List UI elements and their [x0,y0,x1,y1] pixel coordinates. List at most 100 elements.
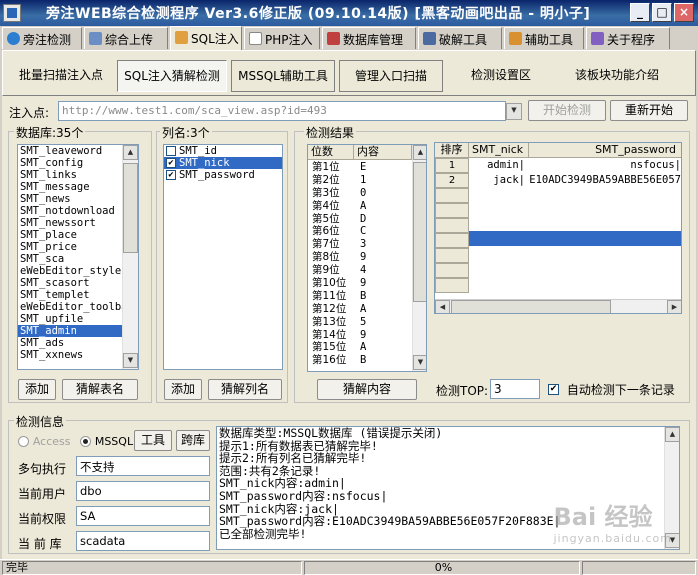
digit-row[interactable]: 第4位 A [308,200,412,213]
grid-row-header[interactable] [435,203,469,218]
subtab-mssql-tools[interactable]: MSSQL辅助工具 [231,60,335,92]
tab-database-manage[interactable]: 数据库管理 [322,27,416,49]
tab-sidenote-detect[interactable]: 旁注检测 [2,27,82,49]
tab-helper-tools[interactable]: 辅助工具 [504,27,584,49]
table-list-item[interactable]: SMT_price [18,241,138,253]
grid-row-header[interactable] [435,278,469,293]
digit-row[interactable]: 第15位 A [308,341,412,354]
add-column-button[interactable]: 添加 [164,379,202,400]
digit-row[interactable]: 第5位 D [308,213,412,226]
auto-next-checkbox[interactable]: ✔ 自动检测下一条记录 [548,381,675,398]
column-list-item[interactable]: ✔ SMT_nick [164,157,282,169]
injection-url-input[interactable]: http://www.test1.com/sca_view.asp?id=493 [58,101,506,121]
subtab-settings[interactable]: 检测设置区 [449,60,553,92]
digit-row[interactable]: 第6位 C [308,225,412,238]
digit-row[interactable]: 第1位 E [308,161,412,174]
column-checkbox[interactable] [166,146,176,156]
scroll-up-icon[interactable]: ▲ [665,427,679,442]
grid-row-header[interactable] [435,263,469,278]
digit-row[interactable]: 第11位 B [308,290,412,303]
record-grid[interactable]: 排序 SMT_nick SMT_password 12 admin| nsfocu… [434,142,682,314]
digit-row[interactable]: 第3位 0 [308,187,412,200]
tools-button[interactable]: 工具 [134,430,172,451]
access-radio-circle[interactable] [18,436,29,447]
close-button[interactable]: × [674,3,694,22]
mssql-radio-circle[interactable] [80,436,91,447]
guess-columns-button[interactable]: 猜解列名 [208,379,282,400]
digit-scrollbar[interactable]: ▲ ▼ [412,145,426,371]
restart-button[interactable]: 重新开始 [610,100,688,121]
table-list-item[interactable]: SMT_admin [18,325,138,337]
table-list-item[interactable]: eWebEditor_style [18,265,138,277]
guess-tables-button[interactable]: 猜解表名 [62,379,138,400]
scroll-down-icon[interactable]: ▼ [413,355,426,370]
tab-upload[interactable]: 综合上传 [84,27,168,49]
tab-sql-injection[interactable]: SQL注入 [170,26,242,50]
digit-row[interactable]: 第2位 1 [308,174,412,187]
digit-row[interactable]: 第9位 4 [308,264,412,277]
grid-row-header[interactable] [435,218,469,233]
start-detect-button[interactable]: 开始检测 [528,100,606,121]
mssql-radio[interactable]: MSSQL [80,434,133,448]
column-checkbox[interactable]: ✔ [166,158,176,168]
tab-about[interactable]: 关于程序 [586,27,670,49]
digit-row[interactable]: 第7位 3 [308,238,412,251]
subtab-admin-scan[interactable]: 管理入口扫描 [339,60,443,92]
scroll-up-icon[interactable]: ▲ [413,145,426,160]
tab-crack-tools[interactable]: 破解工具 [418,27,502,49]
digit-row[interactable]: 第10位 9 [308,277,412,290]
scroll-right-icon[interactable]: ▶ [667,300,681,313]
table-list-item[interactable]: SMT_scasort [18,277,138,289]
table-list-item[interactable]: eWebEditor_toolbar [18,301,138,313]
table-list-scrollbar[interactable]: ▲ ▼ [122,145,138,369]
table-list-item[interactable]: SMT_message [18,181,138,193]
column-checkbox[interactable]: ✔ [166,170,176,180]
access-radio[interactable]: Access [18,434,71,448]
maximize-button[interactable]: □ [652,3,672,22]
digit-row[interactable]: 第14位 9 [308,329,412,342]
table-list-item[interactable]: SMT_config [18,157,138,169]
minimize-button[interactable]: _ [630,3,650,22]
grid-row-header[interactable] [435,248,469,263]
tab-php-injection[interactable]: PHP注入 [244,27,320,49]
table-list-item[interactable]: SMT_links [18,169,138,181]
table-list-item[interactable]: SMT_leaveword [18,145,138,157]
url-dropdown-icon[interactable]: ▼ [506,103,522,120]
grid-row-header[interactable]: 2 [435,173,469,188]
grid-row-header[interactable] [435,188,469,203]
scroll-left-icon[interactable]: ◀ [435,300,450,313]
scroll-down-icon[interactable]: ▼ [123,353,138,368]
scroll-up-icon[interactable]: ▲ [123,145,138,160]
cross-db-button[interactable]: 跨库 [176,430,210,451]
table-list-item[interactable]: SMT_upfile [18,313,138,325]
selected-grid-row[interactable] [469,231,681,246]
digit-row[interactable]: 第13位 5 [308,316,412,329]
column-list-item[interactable]: ✔ SMT_password [164,169,282,181]
digit-listbox[interactable]: 位数 内容 第1位 E 第2位 1 第3位 0 第4位 A 第5位 D 第6位 C 第7位 3 第8位 9 第9… [307,144,427,372]
digit-row[interactable]: 第16位 B [308,354,412,367]
table-list-item[interactable]: SMT_news [18,193,138,205]
subtab-sql-guess[interactable]: SQL注入猜解检测 [117,60,227,92]
add-table-button[interactable]: 添加 [18,379,56,400]
grid-row-header[interactable] [435,233,469,248]
grid-hscrollbar[interactable]: ◀ ▶ [435,299,681,313]
table-list-item[interactable]: SMT_ads [18,337,138,349]
digit-row[interactable]: 第8位 9 [308,251,412,264]
scroll-thumb[interactable] [123,163,138,253]
table-list-item[interactable]: SMT_place [18,229,138,241]
grid-row[interactable]: admin| nsfocus| [469,158,681,173]
top-input[interactable]: 3 [490,379,540,399]
subtab-batch-scan[interactable]: 批量扫描注入点 [9,60,113,92]
grid-row-header[interactable]: 1 [435,158,469,173]
table-list-item[interactable]: SMT_notdownload [18,205,138,217]
table-list-item[interactable]: SMT_xxnews [18,349,138,361]
digit-row[interactable]: 第12位 A [308,303,412,316]
grid-row[interactable]: jack| E10ADC3949BA59ABBE56E057 [469,173,681,188]
guess-content-button[interactable]: 猜解内容 [317,379,417,400]
table-listbox[interactable]: SMT_leaveword SMT_config SMT_links SMT_mess… [17,144,139,370]
auto-next-check[interactable]: ✔ [548,384,559,395]
table-list-item[interactable]: SMT_newssort [18,217,138,229]
column-list-item[interactable]: SMT_id [164,145,282,157]
table-list-item[interactable]: SMT_sca [18,253,138,265]
subtab-intro[interactable]: 该板块功能介绍 [557,60,677,92]
